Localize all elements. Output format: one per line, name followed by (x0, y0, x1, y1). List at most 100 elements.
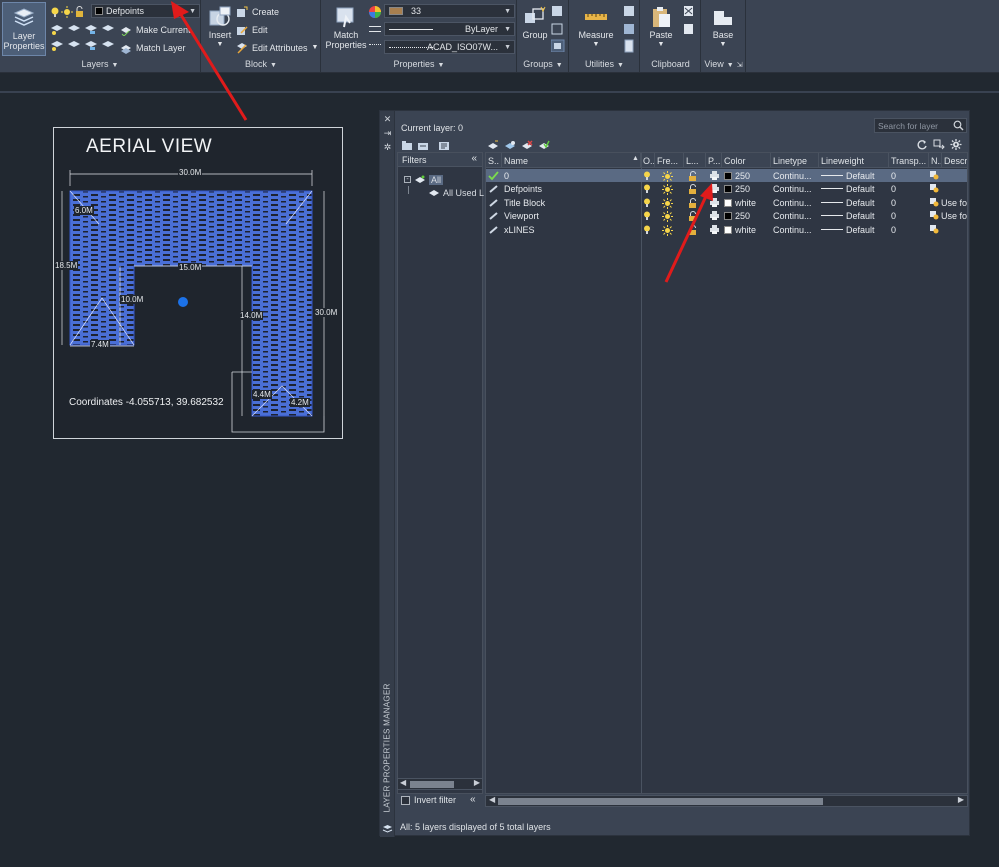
lightbulb-icon[interactable] (643, 182, 655, 195)
search-layer-input[interactable]: Search for layer (874, 118, 967, 133)
paste-button[interactable]: Paste ▼ (645, 5, 677, 50)
col-color[interactable]: Color (722, 153, 771, 168)
color-cell[interactable]: white (724, 196, 770, 209)
col-description[interactable]: Descrip (942, 153, 967, 168)
printer-icon[interactable] (710, 196, 722, 209)
transparency-cell[interactable]: 0 (891, 209, 927, 222)
unlock-icon[interactable] (688, 196, 702, 209)
status-cell[interactable] (488, 169, 502, 182)
properties-gear-icon[interactable]: ✲ (383, 143, 392, 152)
edit-block-button[interactable]: Edit (236, 22, 268, 37)
transparency-cell[interactable]: 0 (891, 196, 927, 209)
checkbox[interactable] (401, 795, 410, 805)
layer-properties-button[interactable]: Layer Properties (2, 2, 46, 56)
pane-splitter[interactable] (641, 153, 642, 793)
create-block-button[interactable]: Create (236, 4, 279, 19)
utilities-panel-title[interactable]: Utilities ▼ (570, 59, 639, 71)
new-group-filter-icon[interactable] (417, 140, 429, 151)
printer-icon[interactable] (710, 182, 722, 195)
view-panel-title[interactable]: View ▼ ⇲ (702, 59, 745, 71)
description-cell[interactable]: Use for (930, 196, 967, 209)
collapse-filters-icon[interactable]: « (470, 794, 476, 805)
new-layer-vp-frozen-icon[interactable] (504, 140, 516, 151)
close-icon[interactable]: ✕ (383, 115, 392, 124)
lightbulb-icon[interactable] (643, 196, 655, 209)
clipboard-tools-icons[interactable] (682, 4, 696, 36)
col-lineweight[interactable]: Lineweight (819, 153, 889, 168)
match-layer-button[interactable]: Match Layer (120, 40, 186, 55)
measure-button[interactable]: Measure ▼ (574, 5, 618, 50)
status-cell[interactable] (488, 209, 502, 222)
group-button[interactable]: Group (520, 5, 550, 40)
make-current-button[interactable]: Make Current (120, 22, 191, 37)
aerial-view-drawing[interactable]: AERIAL VIEW 30.0M 6.0M 18.5M 15.0M 10.0M… (53, 127, 343, 439)
layer-combo[interactable]: Defpoints ▼ (91, 4, 200, 18)
scroll-left-icon[interactable]: ◀ (400, 778, 406, 787)
color-wheel-icon[interactable] (368, 5, 382, 19)
sun-thaw-icon[interactable] (662, 169, 676, 182)
color-combo[interactable]: 33 ▼ (384, 4, 515, 18)
layer-row[interactable]: Defpoints 250 Continu... Default 0 (486, 182, 967, 196)
layer-row[interactable]: Viewport 250 Continu... Default 0 Use for (486, 209, 967, 223)
description-cell[interactable] (930, 169, 967, 182)
status-cell[interactable] (488, 223, 502, 236)
sun-thaw-icon[interactable] (662, 196, 676, 209)
scroll-thumb[interactable] (410, 781, 454, 788)
status-cell[interactable] (488, 196, 502, 209)
lightbulb-icon[interactable] (643, 169, 655, 182)
scroll-right-icon[interactable]: ▶ (958, 795, 964, 804)
scroll-thumb[interactable] (498, 798, 823, 805)
sun-thaw-icon[interactable] (662, 223, 676, 236)
linetype-cell[interactable]: Continu... (773, 209, 818, 222)
group-tools-icons[interactable] (551, 4, 565, 52)
scroll-left-icon[interactable]: ◀ (489, 795, 495, 804)
lineweight-combo[interactable]: ACAD_ISO07W... ▼ (384, 40, 515, 54)
insert-button[interactable]: Insert ▼ (205, 5, 235, 50)
groups-panel-title[interactable]: Groups ▼ (518, 59, 568, 71)
scroll-right-icon[interactable]: ▶ (474, 778, 480, 787)
collapse-filters-icon[interactable]: « (471, 153, 477, 164)
layer-row[interactable]: Title Block white Continu... Default 0 Use fo… (486, 196, 967, 209)
linetype-combo[interactable]: ByLayer ▼ (384, 22, 515, 36)
layer-translator-icon[interactable] (933, 139, 945, 150)
col-linetype[interactable]: Linetype (771, 153, 819, 168)
layer-name[interactable]: Viewport (504, 209, 639, 222)
clipboard-panel-title[interactable]: Clipboard (641, 59, 700, 71)
printer-icon[interactable] (710, 223, 722, 236)
color-cell[interactable]: 250 (724, 182, 770, 195)
lineweight-cell[interactable]: Default (821, 209, 889, 222)
lineweight-cell[interactable]: Default (821, 182, 889, 195)
sun-thaw-icon[interactable] (662, 209, 676, 223)
grid-scrollbar[interactable]: ◀ ▶ (485, 795, 968, 807)
new-property-filter-icon[interactable] (401, 140, 413, 151)
filter-tree-all[interactable]: - All (404, 174, 444, 185)
col-plot[interactable]: P... (706, 153, 722, 168)
linetype-cell[interactable]: Continu... (773, 223, 818, 236)
col-status[interactable]: S.. (486, 153, 502, 168)
unlock-icon[interactable] (688, 182, 702, 195)
settings-gear-icon[interactable] (950, 139, 962, 150)
lineweight-cell[interactable]: Default (821, 196, 889, 209)
collapse-tree-icon[interactable]: - (404, 176, 411, 183)
col-lock[interactable]: L... (684, 153, 706, 168)
color-cell[interactable]: 250 (724, 169, 770, 182)
col-transparency[interactable]: Transp... (889, 153, 929, 168)
layer-name[interactable]: Title Block (504, 196, 639, 209)
invert-filter-checkbox[interactable]: Invert filter (401, 795, 456, 805)
linetype-cell[interactable]: Continu... (773, 196, 818, 209)
edit-attributes-button[interactable]: Edit Attributes ▼ (236, 40, 318, 55)
linetype-cell[interactable]: Continu... (773, 182, 818, 195)
col-on[interactable]: O.. (641, 153, 655, 168)
transparency-cell[interactable]: 0 (891, 169, 927, 182)
col-freeze[interactable]: Fre... (655, 153, 684, 168)
unlock-icon[interactable] (688, 223, 702, 236)
block-panel-title[interactable]: Block ▼ (202, 59, 320, 71)
delete-layer-icon[interactable] (521, 140, 533, 151)
status-cell[interactable] (488, 182, 502, 195)
base-button[interactable]: Base ▼ (708, 5, 738, 50)
sun-thaw-icon[interactable] (662, 182, 676, 196)
col-new-vp-freeze[interactable]: N.. (929, 153, 942, 168)
description-cell[interactable] (930, 223, 967, 236)
description-cell[interactable] (930, 182, 967, 195)
filters-scrollbar[interactable]: ◀ ▶ (397, 778, 483, 790)
